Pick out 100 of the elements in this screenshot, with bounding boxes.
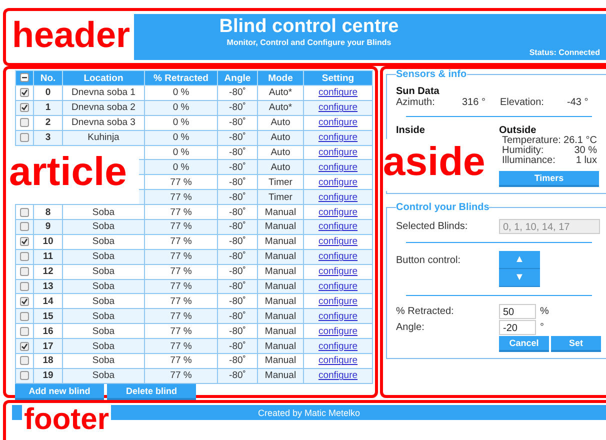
sensor-value: 316 ° — [462, 97, 486, 108]
table-cell: 0 — [34, 86, 62, 100]
checkbox[interactable] — [20, 342, 29, 351]
table-cell: 18 — [34, 354, 62, 368]
table-cell: Auto* — [258, 86, 304, 100]
checkbox[interactable] — [20, 208, 29, 217]
table-cell: 77 % — [144, 368, 218, 384]
checkbox[interactable] — [20, 356, 29, 366]
panel-legend: Control your Blinds — [396, 202, 490, 213]
table-cell: Manual — [258, 204, 304, 220]
table-cell: Manual — [258, 294, 304, 309]
table-cell: Auto* — [258, 100, 304, 116]
table-cell: -80˚ — [218, 249, 258, 264]
table-cell: 77 % — [144, 220, 218, 234]
table-cell: Manual — [258, 264, 304, 280]
checkbox[interactable] — [20, 282, 29, 291]
field-label: % Retracted: — [396, 306, 455, 317]
checkbox[interactable] — [20, 222, 29, 232]
column-header: No. — [34, 70, 62, 86]
table-cell: 0 % — [144, 160, 218, 175]
footer-credit: Created by Matic Metelko — [258, 408, 360, 418]
table-cell: -80˚ — [218, 115, 258, 130]
table-cell: 10 — [34, 234, 62, 250]
table-cell: -80˚ — [218, 294, 258, 309]
table-cell: -80˚ — [218, 160, 258, 175]
table-cell: 14 — [34, 294, 62, 309]
table-cell: 16 — [34, 324, 62, 339]
table-cell: 19 — [34, 368, 62, 384]
table-cell: Manual — [258, 324, 304, 339]
table-cell: Soba — [62, 249, 144, 264]
select-all-checkbox[interactable] — [20, 73, 29, 82]
table-cell: Manual — [258, 220, 304, 234]
sensor-label: Azimuth: — [396, 97, 436, 108]
table-cell: 77 % — [144, 204, 218, 220]
table-cell: 9 — [34, 220, 62, 234]
table-cell: Manual — [258, 308, 304, 324]
column-header: Mode — [258, 70, 304, 86]
table-cell: 77 % — [144, 190, 218, 205]
table-cell: 13 — [34, 279, 62, 294]
section-title: Inside — [396, 125, 426, 136]
checkbox[interactable] — [20, 296, 29, 306]
checkbox[interactable] — [20, 237, 29, 246]
table-cell: Manual — [258, 368, 304, 384]
table-cell: Kuhinja — [62, 130, 144, 146]
table-cell: Manual — [258, 249, 304, 264]
section-title: Sun Data — [396, 86, 440, 97]
section-title: Outside — [499, 125, 538, 136]
checkbox[interactable] — [20, 267, 29, 276]
region-label: article — [9, 146, 139, 204]
table-cell: 8 — [34, 204, 62, 220]
table-cell: Soba — [62, 368, 144, 384]
table-cell: 3 — [34, 130, 62, 146]
input-field[interactable]: -20 — [499, 320, 536, 335]
table-cell: 77 % — [144, 294, 218, 309]
column-header: Setting — [304, 70, 372, 86]
table-cell: -80˚ — [218, 338, 258, 354]
sensor-value: 1 lux — [574, 156, 597, 166]
table-cell: Dnevna soba 2 — [62, 100, 144, 116]
checkbox[interactable] — [20, 326, 29, 336]
sensor-label: Elevation: — [500, 97, 545, 108]
table-cell: 0 % — [144, 145, 218, 160]
table-cell: Soba — [62, 294, 144, 309]
checkbox[interactable] — [20, 133, 29, 142]
field-label: Button control: — [396, 255, 462, 266]
sensor-label: Illuminance: — [501, 156, 556, 166]
table-cell: 77 % — [144, 264, 218, 280]
checkbox[interactable] — [20, 88, 29, 98]
table-cell: 15 — [34, 308, 62, 324]
page-subtitle: Monitor, Control and Configure your Blinds — [226, 38, 392, 47]
input-field[interactable]: 50 — [499, 304, 536, 319]
table-cell: 17 — [34, 338, 62, 354]
column-header: Angle — [218, 70, 258, 86]
table-cell: -80˚ — [218, 368, 258, 384]
table-cell: 77 % — [144, 308, 218, 324]
unit-label: % — [540, 306, 549, 317]
checkbox[interactable] — [20, 312, 29, 321]
table-cell: Timer — [258, 190, 304, 205]
checkbox[interactable] — [20, 118, 29, 128]
table-cell: -80˚ — [218, 204, 258, 220]
table-cell: 2 — [34, 115, 62, 130]
table-cell: -80˚ — [218, 264, 258, 280]
table-cell: -80˚ — [218, 86, 258, 100]
table-cell: -80˚ — [218, 220, 258, 234]
table-cell: Timer — [258, 174, 304, 190]
table-cell: -80˚ — [218, 190, 258, 205]
panel-legend: Sensors & info — [396, 69, 467, 80]
sensor-value: 30 % — [573, 146, 597, 156]
table-cell: 77 % — [144, 249, 218, 264]
table-cell: 0 % — [144, 100, 218, 116]
checkbox[interactable] — [20, 252, 29, 262]
table-cell: -80˚ — [218, 130, 258, 146]
checkbox[interactable] — [20, 103, 29, 112]
table-cell: 77 % — [144, 279, 218, 294]
table-cell: 0 % — [144, 115, 218, 130]
checkbox[interactable] — [20, 371, 29, 380]
field-label: Selected Blinds: — [396, 221, 469, 232]
table-cell: -80˚ — [218, 354, 258, 368]
table-cell: Soba — [62, 204, 144, 220]
table-cell: 77 % — [144, 174, 218, 190]
table-cell: -80˚ — [218, 174, 258, 190]
